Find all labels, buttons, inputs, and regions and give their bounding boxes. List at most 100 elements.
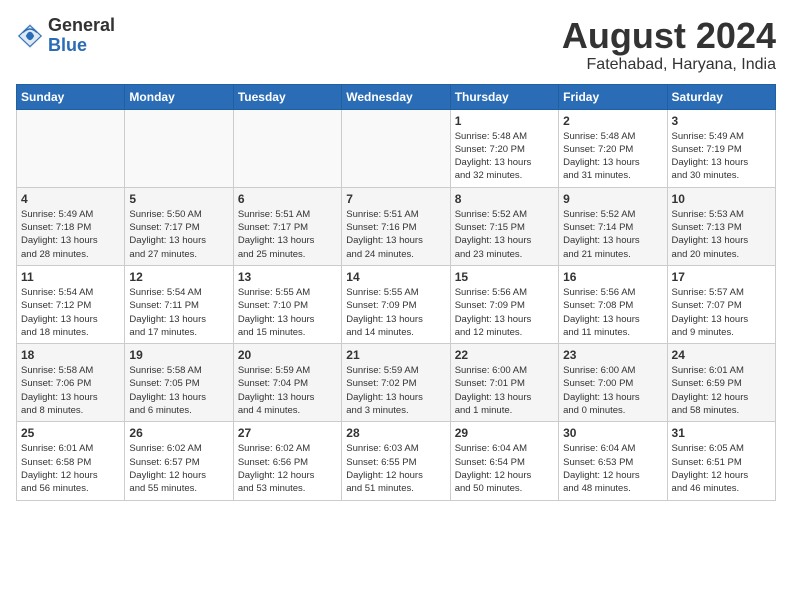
calendar-day-cell: 17 Sunrise: 5:57 AM Sunset: 7:07 PM Dayli… — [667, 265, 775, 343]
calendar-day-cell: 24 Sunrise: 6:01 AM Sunset: 6:59 PM Dayli… — [667, 344, 775, 422]
day-info: Sunrise: 5:48 AM Sunset: 7:20 PM Dayligh… — [455, 130, 554, 183]
calendar-day-cell: 21 Sunrise: 5:59 AM Sunset: 7:02 PM Dayli… — [342, 344, 450, 422]
day-info: Sunrise: 5:56 AM Sunset: 7:09 PM Dayligh… — [455, 286, 554, 339]
day-info: Sunrise: 5:59 AM Sunset: 7:02 PM Dayligh… — [346, 364, 445, 417]
day-number: 30 — [563, 426, 662, 440]
day-info: Sunrise: 6:01 AM Sunset: 6:59 PM Dayligh… — [672, 364, 771, 417]
day-number: 22 — [455, 348, 554, 362]
calendar-day-cell — [17, 109, 125, 187]
calendar-day-cell: 13 Sunrise: 5:55 AM Sunset: 7:10 PM Dayli… — [233, 265, 341, 343]
calendar-day-cell: 30 Sunrise: 6:04 AM Sunset: 6:53 PM Dayli… — [559, 422, 667, 500]
day-number: 2 — [563, 114, 662, 128]
day-info: Sunrise: 6:01 AM Sunset: 6:58 PM Dayligh… — [21, 442, 120, 495]
location: Fatehabad, Haryana, India — [562, 56, 776, 74]
calendar-day-cell: 4 Sunrise: 5:49 AM Sunset: 7:18 PM Daylig… — [17, 187, 125, 265]
calendar-day-cell: 19 Sunrise: 5:58 AM Sunset: 7:05 PM Dayli… — [125, 344, 233, 422]
day-number: 8 — [455, 192, 554, 206]
logo-blue: Blue — [48, 35, 87, 55]
day-info: Sunrise: 5:49 AM Sunset: 7:18 PM Dayligh… — [21, 208, 120, 261]
weekday-header-row: SundayMondayTuesdayWednesdayThursdayFrid… — [17, 84, 776, 109]
calendar-week-row: 25 Sunrise: 6:01 AM Sunset: 6:58 PM Dayli… — [17, 422, 776, 500]
calendar-day-cell: 23 Sunrise: 6:00 AM Sunset: 7:00 PM Dayli… — [559, 344, 667, 422]
calendar-day-cell: 9Sunrise: 5:52 AM Sunset: 7:14 PM Daylig… — [559, 187, 667, 265]
calendar-table: SundayMondayTuesdayWednesdayThursdayFrid… — [16, 84, 776, 501]
calendar-day-cell: 11 Sunrise: 5:54 AM Sunset: 7:12 PM Dayli… — [17, 265, 125, 343]
day-number: 20 — [238, 348, 337, 362]
day-number: 23 — [563, 348, 662, 362]
day-number: 6 — [238, 192, 337, 206]
day-number: 21 — [346, 348, 445, 362]
day-number: 12 — [129, 270, 228, 284]
day-number: 1 — [455, 114, 554, 128]
page-header: General Blue August 2024 Fatehabad, Hary… — [16, 16, 776, 74]
day-number: 19 — [129, 348, 228, 362]
day-info: Sunrise: 5:51 AM Sunset: 7:17 PM Dayligh… — [238, 208, 337, 261]
calendar-day-cell: 29 Sunrise: 6:04 AM Sunset: 6:54 PM Dayli… — [450, 422, 558, 500]
day-info: Sunrise: 5:52 AM Sunset: 7:15 PM Dayligh… — [455, 208, 554, 261]
weekday-header: Sunday — [17, 84, 125, 109]
calendar-day-cell: 1 Sunrise: 5:48 AM Sunset: 7:20 PM Daylig… — [450, 109, 558, 187]
day-number: 18 — [21, 348, 120, 362]
calendar-day-cell: 22 Sunrise: 6:00 AM Sunset: 7:01 PM Dayli… — [450, 344, 558, 422]
day-info: Sunrise: 5:58 AM Sunset: 7:05 PM Dayligh… — [129, 364, 228, 417]
day-info: Sunrise: 5:54 AM Sunset: 7:12 PM Dayligh… — [21, 286, 120, 339]
calendar-day-cell: 14Sunrise: 5:55 AM Sunset: 7:09 PM Dayli… — [342, 265, 450, 343]
calendar-day-cell — [342, 109, 450, 187]
logo-text: General Blue — [48, 16, 115, 56]
calendar-day-cell: 18 Sunrise: 5:58 AM Sunset: 7:06 PM Dayli… — [17, 344, 125, 422]
day-number: 11 — [21, 270, 120, 284]
day-number: 17 — [672, 270, 771, 284]
day-info: Sunrise: 6:02 AM Sunset: 6:57 PM Dayligh… — [129, 442, 228, 495]
calendar-week-row: 1 Sunrise: 5:48 AM Sunset: 7:20 PM Daylig… — [17, 109, 776, 187]
day-number: 29 — [455, 426, 554, 440]
calendar-day-cell: 16Sunrise: 5:56 AM Sunset: 7:08 PM Dayli… — [559, 265, 667, 343]
calendar-day-cell: 20Sunrise: 5:59 AM Sunset: 7:04 PM Dayli… — [233, 344, 341, 422]
weekday-header: Wednesday — [342, 84, 450, 109]
day-info: Sunrise: 5:55 AM Sunset: 7:10 PM Dayligh… — [238, 286, 337, 339]
calendar-day-cell: 12 Sunrise: 5:54 AM Sunset: 7:11 PM Dayli… — [125, 265, 233, 343]
calendar-day-cell: 8 Sunrise: 5:52 AM Sunset: 7:15 PM Daylig… — [450, 187, 558, 265]
day-info: Sunrise: 5:53 AM Sunset: 7:13 PM Dayligh… — [672, 208, 771, 261]
calendar-day-cell: 31Sunrise: 6:05 AM Sunset: 6:51 PM Dayli… — [667, 422, 775, 500]
calendar-day-cell: 7Sunrise: 5:51 AM Sunset: 7:16 PM Daylig… — [342, 187, 450, 265]
weekday-header: Tuesday — [233, 84, 341, 109]
calendar-day-cell: 28Sunrise: 6:03 AM Sunset: 6:55 PM Dayli… — [342, 422, 450, 500]
day-number: 24 — [672, 348, 771, 362]
day-info: Sunrise: 5:49 AM Sunset: 7:19 PM Dayligh… — [672, 130, 771, 183]
month-year: August 2024 — [562, 16, 776, 56]
day-number: 25 — [21, 426, 120, 440]
logo: General Blue — [16, 16, 115, 56]
day-info: Sunrise: 5:52 AM Sunset: 7:14 PM Dayligh… — [563, 208, 662, 261]
calendar-day-cell — [233, 109, 341, 187]
day-info: Sunrise: 5:48 AM Sunset: 7:20 PM Dayligh… — [563, 130, 662, 183]
logo-general: General — [48, 15, 115, 35]
title-block: August 2024 Fatehabad, Haryana, India — [562, 16, 776, 74]
day-info: Sunrise: 6:04 AM Sunset: 6:53 PM Dayligh… — [563, 442, 662, 495]
calendar-day-cell: 26Sunrise: 6:02 AM Sunset: 6:57 PM Dayli… — [125, 422, 233, 500]
calendar-day-cell: 25 Sunrise: 6:01 AM Sunset: 6:58 PM Dayli… — [17, 422, 125, 500]
day-number: 13 — [238, 270, 337, 284]
day-info: Sunrise: 5:58 AM Sunset: 7:06 PM Dayligh… — [21, 364, 120, 417]
day-number: 4 — [21, 192, 120, 206]
day-number: 16 — [563, 270, 662, 284]
day-number: 3 — [672, 114, 771, 128]
day-info: Sunrise: 6:00 AM Sunset: 7:01 PM Dayligh… — [455, 364, 554, 417]
calendar-day-cell: 10 Sunrise: 5:53 AM Sunset: 7:13 PM Dayli… — [667, 187, 775, 265]
calendar-day-cell: 2 Sunrise: 5:48 AM Sunset: 7:20 PM Daylig… — [559, 109, 667, 187]
day-info: Sunrise: 5:51 AM Sunset: 7:16 PM Dayligh… — [346, 208, 445, 261]
day-number: 31 — [672, 426, 771, 440]
calendar-day-cell: 5Sunrise: 5:50 AM Sunset: 7:17 PM Daylig… — [125, 187, 233, 265]
logo-icon — [16, 22, 44, 50]
day-info: Sunrise: 5:55 AM Sunset: 7:09 PM Dayligh… — [346, 286, 445, 339]
day-info: Sunrise: 6:00 AM Sunset: 7:00 PM Dayligh… — [563, 364, 662, 417]
calendar-day-cell — [125, 109, 233, 187]
day-info: Sunrise: 5:50 AM Sunset: 7:17 PM Dayligh… — [129, 208, 228, 261]
weekday-header: Saturday — [667, 84, 775, 109]
day-info: Sunrise: 5:54 AM Sunset: 7:11 PM Dayligh… — [129, 286, 228, 339]
weekday-header: Monday — [125, 84, 233, 109]
day-info: Sunrise: 6:04 AM Sunset: 6:54 PM Dayligh… — [455, 442, 554, 495]
day-number: 28 — [346, 426, 445, 440]
day-number: 10 — [672, 192, 771, 206]
day-info: Sunrise: 5:57 AM Sunset: 7:07 PM Dayligh… — [672, 286, 771, 339]
day-number: 15 — [455, 270, 554, 284]
